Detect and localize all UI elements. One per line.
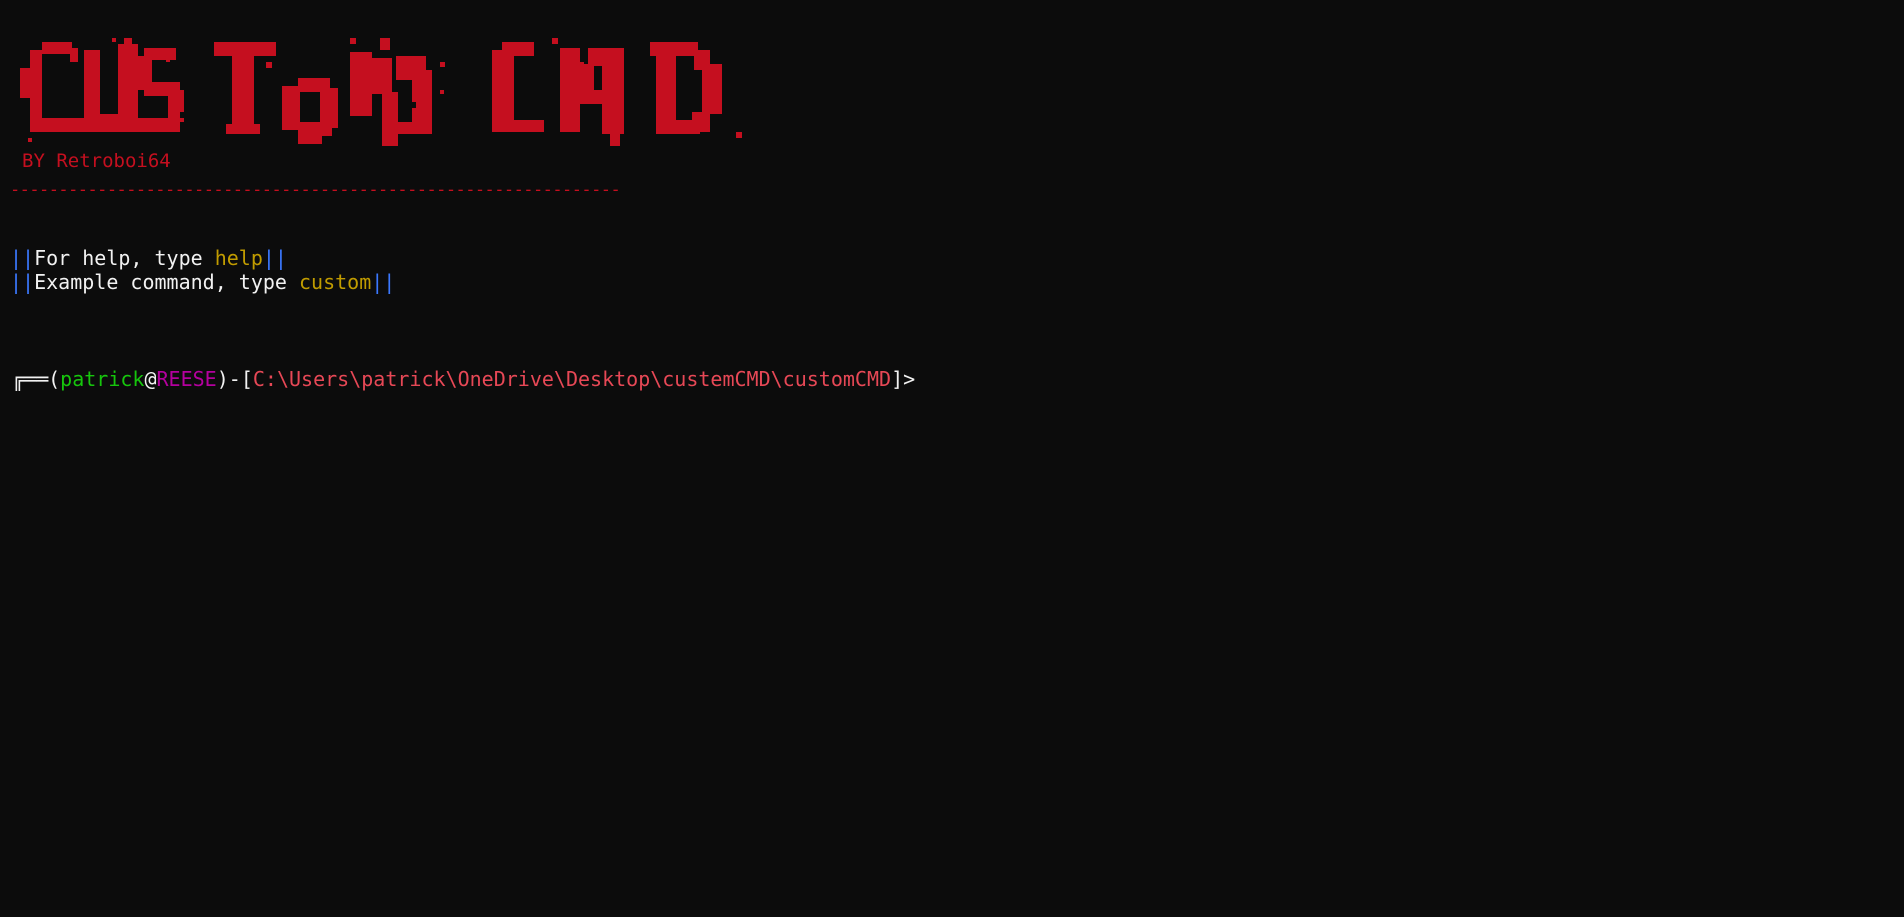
hint-bars-close: || [262, 246, 287, 270]
prompt-corner-glyph: ╔══ [12, 367, 49, 391]
example-hint-line: ||Example command, type custom|| [10, 270, 395, 294]
prompt-at-sign: @ [144, 367, 157, 391]
prompt-symbol: > [903, 367, 916, 391]
prompt-open-paren: ( [48, 367, 61, 391]
hint-text: Example command, type [34, 270, 299, 294]
prompt-current-path: C:\Users\patrick\OneDrive\Desktop\custem… [252, 367, 892, 391]
author-byline: BY Retroboi64 [22, 150, 171, 172]
help-hint-line: ||For help, type help|| [10, 246, 287, 270]
prompt-hostname: REESE [156, 367, 217, 391]
hint-bars-open: || [10, 246, 35, 270]
separator-rule: ----------------------------------------… [10, 180, 621, 197]
terminal-window[interactable]: BY Retroboi64 --------------------------… [0, 0, 1904, 917]
hint-bars-close: || [371, 270, 396, 294]
hint-bars-open: || [10, 270, 35, 294]
prompt-open-bracket: [ [240, 367, 253, 391]
prompt-username: patrick [60, 367, 145, 391]
prompt-close-paren: ) [216, 367, 229, 391]
custom-keyword: custom [299, 270, 372, 294]
banner-art [20, 38, 742, 146]
command-prompt[interactable]: ╔══(patrick@REESE)-[C:\Users\patrick\One… [12, 367, 915, 391]
ascii-banner [20, 38, 752, 150]
prompt-close-bracket: ] [891, 367, 904, 391]
help-keyword: help [214, 246, 263, 270]
hint-text: For help, type [34, 246, 215, 270]
prompt-dash: - [228, 367, 241, 391]
